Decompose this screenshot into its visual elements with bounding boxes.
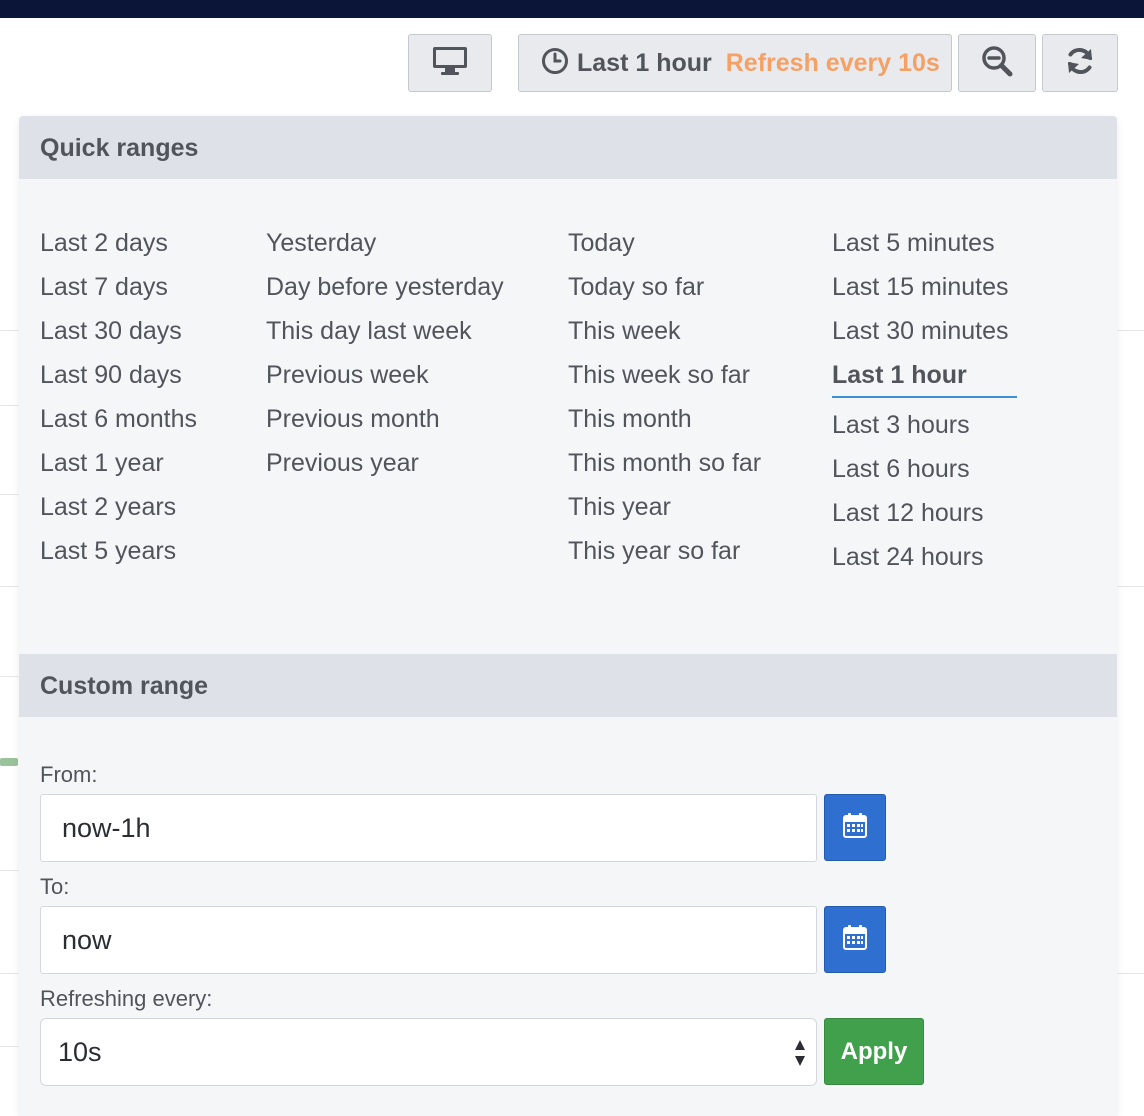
quick-range-option[interactable]: This month: [568, 397, 761, 441]
quick-range-option[interactable]: Day before yesterday: [266, 265, 504, 309]
quick-range-option[interactable]: Last 3 hours: [832, 403, 1009, 447]
background-divider: [0, 494, 20, 495]
background-divider: [0, 870, 20, 871]
refresh-icon: [1064, 45, 1096, 82]
quick-range-option[interactable]: Last 24 hours: [832, 535, 1009, 579]
quick-range-option[interactable]: Last 5 minutes: [832, 221, 1009, 265]
zoom-out-icon: [980, 44, 1014, 83]
refresh-button[interactable]: [1042, 34, 1118, 92]
refresh-interval-label: Refresh every 10s: [725, 48, 940, 77]
quick-range-option[interactable]: Last 5 years: [40, 529, 197, 573]
background-divider: [1114, 973, 1144, 974]
background-divider: [1114, 586, 1144, 587]
quick-range-option[interactable]: Last 2 days: [40, 221, 197, 265]
background-graph-fragment: [0, 758, 18, 766]
to-calendar-button[interactable]: [824, 906, 886, 973]
zoom-out-button[interactable]: [958, 34, 1036, 92]
quick-range-option[interactable]: Previous year: [266, 441, 504, 485]
calendar-icon: [843, 812, 867, 843]
quick-range-option[interactable]: Last 2 years: [40, 485, 197, 529]
tv-mode-button[interactable]: [408, 34, 492, 92]
quick-range-option[interactable]: Last 7 days: [40, 265, 197, 309]
quick-range-option[interactable]: This week so far: [568, 353, 761, 397]
quick-range-option[interactable]: Last 12 hours: [832, 491, 1009, 535]
quick-range-option[interactable]: This year so far: [568, 529, 761, 573]
select-arrows-icon: [794, 1039, 806, 1067]
quick-range-option[interactable]: Last 15 minutes: [832, 265, 1009, 309]
quick-range-option[interactable]: This month so far: [568, 441, 761, 485]
to-input[interactable]: [40, 906, 817, 974]
quick-range-option[interactable]: Last 30 minutes: [832, 309, 1009, 353]
refresh-interval-value: 10s: [58, 1037, 102, 1067]
time-range-dropdown: Quick ranges Last 2 days Last 7 days Last …: [19, 116, 1117, 1116]
quick-range-option[interactable]: Last 90 days: [40, 353, 197, 397]
refresh-interval-select[interactable]: 10s: [40, 1018, 817, 1086]
quick-range-option[interactable]: This week: [568, 309, 761, 353]
quick-range-option[interactable]: Last 1 hour: [832, 353, 1017, 403]
quick-range-column: Yesterday Day before yesterday This day la…: [266, 221, 504, 485]
from-label: From:: [40, 762, 98, 787]
monitor-icon: [432, 46, 468, 81]
quick-range-option[interactable]: Last 30 days: [40, 309, 197, 353]
background-divider: [0, 676, 20, 677]
quick-range-option[interactable]: Last 6 months: [40, 397, 197, 441]
quick-range-option[interactable]: This year: [568, 485, 761, 529]
background-divider: [0, 1046, 20, 1047]
refreshing-every-label: Refreshing every:: [40, 986, 213, 1011]
background-divider: [0, 586, 20, 587]
apply-button[interactable]: Apply: [824, 1018, 924, 1085]
time-range-label: Last 1 hour: [577, 48, 712, 77]
time-picker-button[interactable]: Last 1 hour Refresh every 10s: [518, 34, 952, 92]
quick-range-option[interactable]: This day last week: [266, 309, 504, 353]
quick-range-option[interactable]: Last 6 hours: [832, 447, 1009, 491]
quick-range-option[interactable]: Today: [568, 221, 761, 265]
quick-range-option[interactable]: Yesterday: [266, 221, 504, 265]
background-divider: [0, 973, 20, 974]
quick-range-column: Last 2 days Last 7 days Last 30 days Last 9…: [40, 221, 197, 573]
background-divider: [1114, 330, 1144, 331]
custom-range-header: Custom range: [19, 654, 1117, 717]
quick-range-option[interactable]: Previous week: [266, 353, 504, 397]
top-nav-bar: [0, 0, 1144, 18]
clock-icon: [541, 47, 569, 80]
quick-range-option[interactable]: Today so far: [568, 265, 761, 309]
quick-range-column: Today Today so far This week This week so f…: [568, 221, 761, 573]
quick-ranges-header: Quick ranges: [19, 116, 1117, 179]
background-divider: [0, 405, 20, 406]
calendar-icon: [843, 924, 867, 955]
to-label: To:: [40, 874, 70, 899]
quick-range-option[interactable]: Previous month: [266, 397, 504, 441]
from-input[interactable]: [40, 794, 817, 862]
from-calendar-button[interactable]: [824, 794, 886, 861]
background-divider: [0, 330, 20, 331]
quick-range-column: Last 5 minutes Last 15 minutes Last 30 min…: [832, 221, 1017, 579]
quick-range-option[interactable]: Last 1 year: [40, 441, 197, 485]
